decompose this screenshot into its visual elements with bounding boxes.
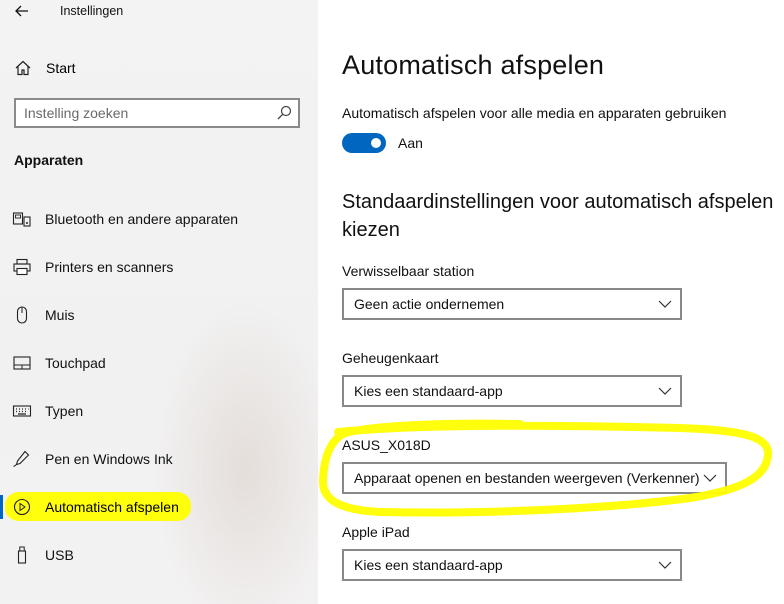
device-label-removable-drive: Verwisselbaar station [342,263,475,279]
sidebar-item-printers[interactable]: Printers en scanners [0,253,318,281]
usb-icon [12,546,32,564]
device-label-apple-ipad: Apple iPad [342,524,410,540]
sidebar-item-label: Touchpad [45,355,106,371]
asus-dropdown[interactable]: Apparaat openen en bestanden weergeven (… [342,462,727,494]
chevron-down-icon [658,561,672,569]
sidebar-item-autoplay[interactable]: Automatisch afspelen [0,492,318,521]
sidebar-item-label: Bluetooth en andere apparaten [45,211,239,227]
dropdown-value: Apparaat openen en bestanden weergeven (… [354,470,700,486]
sidebar-item-label: Muis [45,307,75,323]
memory-card-dropdown[interactable]: Kies een standaard-app [342,375,682,407]
removable-drive-dropdown[interactable]: Geen actie ondernemen [342,288,682,320]
search-icon[interactable] [276,105,292,121]
sidebar-item-pen[interactable]: Pen en Windows Ink [0,445,318,473]
sidebar-item-bluetooth[interactable]: Bluetooth en andere apparaten [0,205,318,233]
keyboard-icon [12,402,32,420]
selection-indicator [0,495,3,519]
sidebar: Instellingen Start Apparaten Bluetooth e… [0,0,318,604]
page-title: Automatisch afspelen [342,50,605,80]
sidebar-item-label: USB [45,547,74,563]
dropdown-value: Kies een standaard-app [354,383,503,399]
section-title: Apparaten [14,152,84,168]
home-icon [15,60,31,76]
sidebar-item-label: Automatisch afspelen [45,499,179,515]
back-button[interactable] [10,0,34,22]
autoplay-icon [12,498,32,516]
sidebar-item-label: Printers en scanners [45,259,174,275]
sidebar-item-touchpad[interactable]: Touchpad [0,349,318,377]
sidebar-item-typing[interactable]: Typen [0,397,318,425]
dropdown-value: Kies een standaard-app [354,557,503,573]
touchpad-icon [12,354,32,372]
sidebar-item-start[interactable]: Start [0,56,318,80]
bluetooth-devices-icon [12,210,32,228]
sidebar-item-usb[interactable]: USB [0,541,318,569]
mouse-icon [12,306,32,324]
main-content: Automatisch afspelen Automatisch afspele… [318,0,784,604]
search-box[interactable] [14,98,300,128]
device-label-asus: ASUS_X018D [342,437,431,453]
device-label-memory-card: Geheugenkaart [342,350,439,366]
chevron-down-icon [658,387,672,395]
autoplay-description: Automatisch afspelen voor alle media en … [342,105,727,121]
dropdown-value: Geen actie ondernemen [354,296,505,312]
app-title: Instellingen [60,4,124,18]
autoplay-toggle[interactable] [342,133,386,153]
search-input[interactable] [24,103,264,123]
chevron-down-icon [703,474,717,482]
sidebar-item-mouse[interactable]: Muis [0,301,318,329]
sidebar-item-label: Pen en Windows Ink [45,451,173,467]
chevron-down-icon [658,300,672,308]
sidebar-item-label: Start [46,60,76,76]
toggle-knob [371,138,381,148]
defaults-heading: Standaardinstellingen voor automatisch a… [342,191,774,241]
sidebar-item-label: Typen [45,403,84,419]
pen-icon [12,450,32,468]
title-bar: Instellingen [0,0,318,24]
printer-icon [12,258,32,276]
back-arrow-icon [15,5,28,17]
toggle-state-label: Aan [398,135,423,151]
apple-ipad-dropdown[interactable]: Kies een standaard-app [342,549,682,581]
